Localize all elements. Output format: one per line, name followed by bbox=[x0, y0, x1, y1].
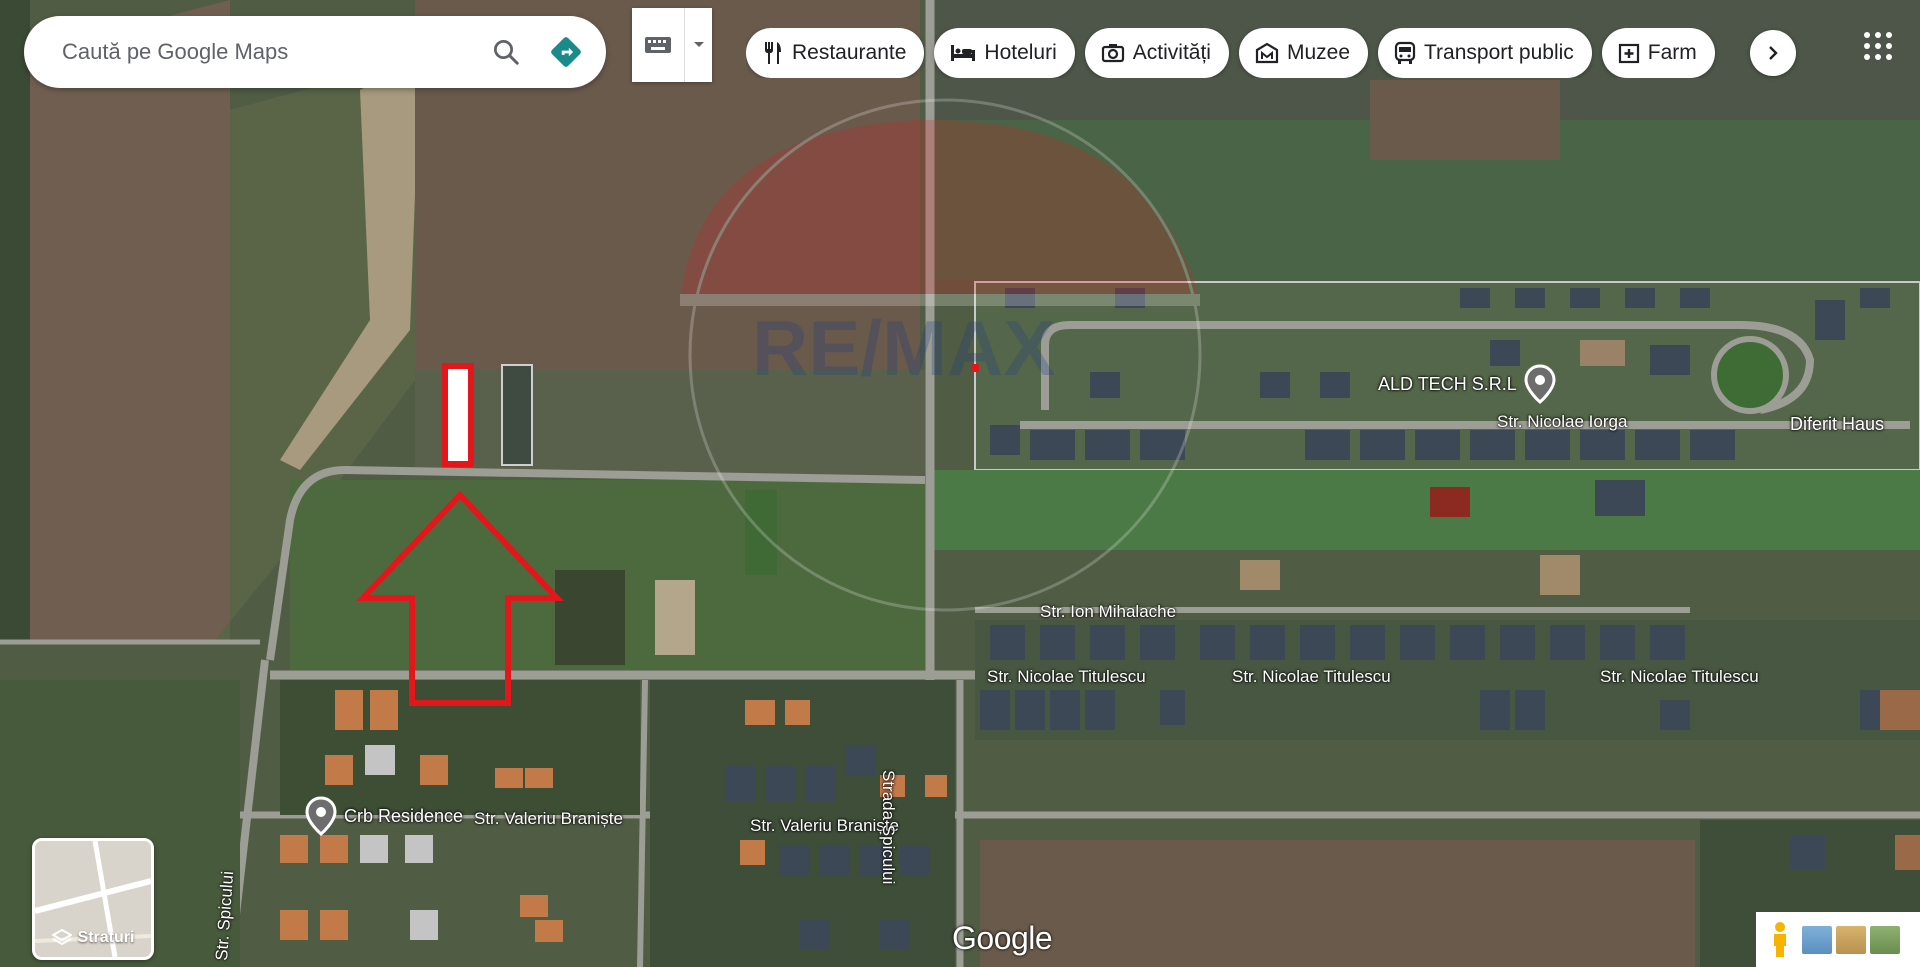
chip-label: Restaurante bbox=[792, 41, 907, 64]
chip-label: Activități bbox=[1132, 41, 1211, 64]
satellite-map[interactable]: RE/MAX bbox=[0, 0, 1920, 967]
chips-next-button[interactable] bbox=[1750, 30, 1796, 76]
street-label: Strada Spicului bbox=[879, 770, 898, 885]
field-south bbox=[980, 840, 1695, 967]
location-pin-icon bbox=[305, 796, 337, 836]
chip-label: Hoteluri bbox=[984, 41, 1057, 64]
field-left bbox=[0, 0, 230, 640]
category-chips: Restaurante Hoteluri Activități Muzee Tr… bbox=[746, 28, 1796, 78]
fork-knife-icon bbox=[765, 42, 781, 64]
imagery-thumbnail-1[interactable] bbox=[1802, 925, 1832, 954]
poi-crb-residence[interactable]: Crb Residence bbox=[304, 796, 463, 836]
bed-icon bbox=[951, 45, 976, 61]
poi-diferit-haus-label: Diferit Haus bbox=[1790, 414, 1885, 434]
search-input[interactable] bbox=[60, 38, 464, 66]
keyboard-button[interactable] bbox=[632, 8, 685, 82]
bottom-right-controls bbox=[1756, 912, 1920, 967]
chip-activitati[interactable]: Activități bbox=[1084, 28, 1229, 78]
street-label: Str. Nicolae Iorga bbox=[1497, 412, 1628, 431]
caret-down-icon bbox=[693, 42, 704, 47]
museum-icon bbox=[1255, 42, 1279, 64]
chip-restaurante[interactable]: Restaurante bbox=[746, 28, 925, 78]
imagery-thumbnail-2[interactable] bbox=[1836, 925, 1866, 954]
layers-label-row: Straturi bbox=[35, 929, 151, 947]
keyboard-dropdown[interactable] bbox=[685, 8, 712, 82]
google-apps-button[interactable] bbox=[1860, 28, 1896, 64]
bus-icon bbox=[1394, 41, 1416, 64]
chip-label: Muzee bbox=[1286, 41, 1350, 64]
remax-watermark-text: RE/MAX bbox=[752, 304, 1055, 392]
keyboard-icon bbox=[645, 37, 671, 53]
street-label: Str. Valeriu Braniște bbox=[474, 809, 623, 828]
apps-grid-icon bbox=[1864, 32, 1892, 60]
camera-icon bbox=[1101, 44, 1124, 63]
layers-button[interactable]: Straturi bbox=[32, 838, 154, 960]
poi-ald-tech-label: ALD TECH S.R.L bbox=[1378, 373, 1517, 394]
pharmacy-icon bbox=[1618, 43, 1639, 64]
layers-label: Straturi bbox=[77, 929, 135, 946]
chevron-right-icon bbox=[1769, 46, 1778, 60]
search-box[interactable] bbox=[24, 16, 606, 88]
chip-farmacii[interactable]: Farm bbox=[1601, 28, 1715, 78]
street-label: Str. Nicolae Titulescu bbox=[1232, 667, 1391, 686]
chip-label: Farm bbox=[1647, 41, 1697, 64]
layers-icon bbox=[51, 929, 72, 946]
directions-icon bbox=[551, 37, 581, 67]
poi-ald-tech[interactable]: ALD TECH S.R.L bbox=[1378, 364, 1557, 404]
chip-label: Transport public bbox=[1424, 41, 1574, 64]
street-view-pegman[interactable] bbox=[1762, 918, 1798, 962]
plot-marker bbox=[442, 363, 474, 467]
google-logo: Google bbox=[952, 920, 1053, 956]
search-button[interactable] bbox=[486, 32, 526, 72]
location-pin-icon bbox=[1524, 364, 1556, 404]
imagery-thumbnail-3[interactable] bbox=[1870, 925, 1900, 954]
search-icon bbox=[494, 40, 519, 65]
directions-button[interactable] bbox=[546, 32, 586, 72]
street-label: Str. Ion Mihalache bbox=[1040, 602, 1177, 621]
street-label: Str. Nicolae Titulescu bbox=[987, 667, 1146, 686]
chip-muzee[interactable]: Muzee bbox=[1238, 28, 1368, 78]
keyboard-input-control[interactable] bbox=[632, 8, 712, 82]
chip-hoteluri[interactable]: Hoteluri bbox=[934, 28, 1075, 78]
poi-diferit-haus[interactable]: Diferit Haus bbox=[1790, 414, 1884, 435]
pegman-icon bbox=[1774, 921, 1786, 957]
chip-transport-public[interactable]: Transport public bbox=[1378, 28, 1592, 78]
poi-crb-residence-label: Crb Residence bbox=[344, 805, 464, 826]
street-label: Str. Valeriu Braniște bbox=[750, 816, 899, 835]
street-label: Str. Nicolae Titulescu bbox=[1600, 667, 1759, 686]
